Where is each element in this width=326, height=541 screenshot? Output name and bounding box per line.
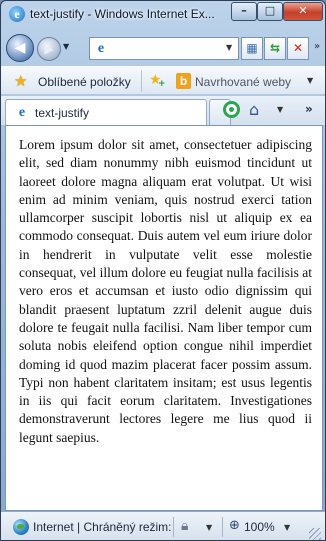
recent-pages-dropdown[interactable]: ▼ — [63, 42, 69, 51]
navigation-bar: ◀ ▶ ▼ e ▼ ▦ ⇆ ✕ » — [1, 29, 325, 65]
justified-paragraph: Lorem ipsum dolor sit amet, consectetuer… — [19, 137, 312, 445]
add-plus-icon: + — [158, 79, 166, 89]
divider — [222, 517, 223, 537]
ie-icon: e — [18, 105, 26, 120]
tab-bar: e text-justify ⌂ ▼ » — [1, 96, 325, 125]
forward-arrow-icon[interactable]: ▶ — [37, 37, 61, 61]
back-arrow-icon[interactable]: ◀ — [6, 34, 34, 62]
globe-icon — [13, 519, 29, 535]
more-tools-chevron-icon[interactable]: » — [305, 102, 313, 116]
zoom-level[interactable]: 100% — [244, 520, 275, 534]
ie-icon: e — [9, 6, 25, 22]
browser-window: e text-justify - Windows Internet Ex... … — [0, 0, 326, 541]
divider — [141, 70, 142, 92]
window-title: text-justify - Windows Internet Ex... — [30, 7, 215, 21]
status-bar: Internet | Chráněný režim: 🔒︎ ▼ ⊕ 100% ▼ — [1, 511, 325, 540]
feed-icon[interactable] — [223, 101, 240, 118]
page-content: Lorem ipsum dolor sit amet, consectetuer… — [5, 125, 323, 511]
close-button[interactable]: ✕ — [283, 2, 323, 21]
favorites-bar: ★ Oblíbené položky ★ + b Navrhované weby… — [1, 65, 325, 95]
ie-icon: e — [97, 41, 105, 56]
suggested-sites-button[interactable]: Navrhované weby — [195, 75, 291, 89]
stop-icon[interactable]: ✕ — [287, 37, 309, 60]
address-dropdown[interactable]: ▼ — [226, 43, 232, 52]
bing-icon: b — [176, 73, 191, 89]
more-nav-chevron-icon[interactable]: » — [310, 37, 324, 60]
zoom-icon[interactable]: ⊕ — [229, 518, 240, 533]
home-icon[interactable]: ⌂ — [249, 100, 259, 119]
security-dropdown[interactable]: ▼ — [206, 523, 212, 532]
home-dropdown[interactable]: ▼ — [277, 105, 283, 114]
zone-status[interactable]: Internet | Chráněný režim: — [33, 520, 173, 534]
maximize-button[interactable]: □ — [257, 2, 283, 21]
zoom-dropdown[interactable]: ▼ — [284, 523, 290, 532]
address-bar[interactable]: e ▼ — [89, 37, 239, 60]
favorites-button[interactable]: Oblíbené položky — [38, 75, 131, 89]
resize-grip[interactable] — [309, 528, 321, 540]
compatibility-icon[interactable]: ▦ — [241, 37, 263, 60]
favorites-star-icon[interactable]: ★ — [14, 72, 27, 90]
minimize-button[interactable]: – — [231, 2, 257, 21]
lock-icon[interactable]: 🔒︎ — [181, 518, 188, 534]
divider — [173, 517, 174, 537]
tab-label: text-justify — [35, 106, 90, 120]
title-bar: e text-justify - Windows Internet Ex... … — [1, 1, 325, 27]
suggested-sites-dropdown[interactable]: ▼ — [307, 76, 313, 85]
refresh-icon[interactable]: ⇆ — [264, 37, 286, 60]
tab-text-justify[interactable]: e text-justify — [5, 99, 207, 125]
address-input[interactable] — [112, 41, 218, 57]
